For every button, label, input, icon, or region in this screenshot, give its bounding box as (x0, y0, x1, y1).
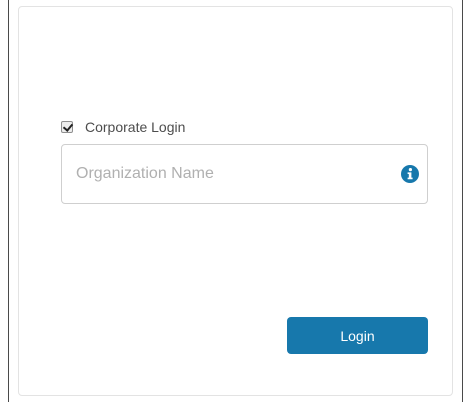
window-frame-left (8, 0, 9, 402)
corporate-login-row: Corporate Login (61, 119, 185, 135)
corporate-login-label[interactable]: Corporate Login (85, 119, 185, 135)
organization-name-field (61, 144, 428, 204)
login-panel: Corporate Login Login (18, 6, 453, 396)
organization-name-input[interactable] (62, 145, 382, 203)
window-frame-right (462, 0, 463, 402)
corporate-login-checkbox[interactable] (61, 121, 73, 133)
login-button[interactable]: Login (287, 317, 428, 354)
info-icon[interactable] (401, 165, 419, 183)
